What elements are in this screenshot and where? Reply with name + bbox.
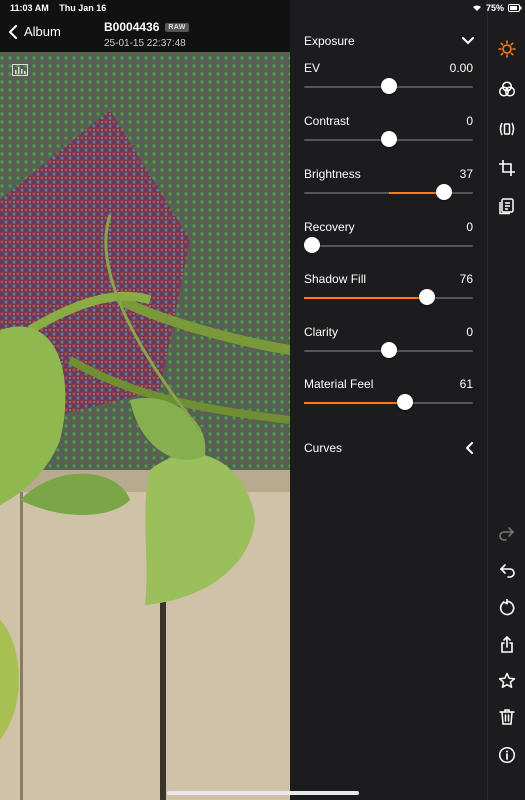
share-icon[interactable] xyxy=(497,635,517,655)
slider-ev[interactable]: EV 0.00 xyxy=(304,61,473,111)
slider-label: Recovery xyxy=(304,220,355,234)
slider-thumb[interactable] xyxy=(419,289,436,305)
exposure-icon[interactable] xyxy=(497,39,517,59)
slider-thumb[interactable] xyxy=(380,131,397,147)
chevron-down-icon xyxy=(462,37,474,45)
slider-thumb[interactable] xyxy=(380,342,397,358)
slider-clarity[interactable]: Clarity 0 xyxy=(304,325,473,375)
slider-thumb[interactable] xyxy=(304,237,321,253)
detail-icon[interactable] xyxy=(497,119,517,139)
slider-track[interactable] xyxy=(304,394,473,410)
delete-icon[interactable] xyxy=(497,707,517,727)
slider-track[interactable] xyxy=(304,131,473,147)
battery-percent: 75% xyxy=(485,3,504,13)
info-icon[interactable] xyxy=(497,745,517,765)
slider-thumb[interactable] xyxy=(380,78,397,94)
file-name: B0004436 xyxy=(104,20,160,34)
back-label: Album xyxy=(24,24,61,39)
curves-section-header[interactable]: Curves xyxy=(304,441,474,455)
adjustments-panel: Exposure EV 0.00 Contrast 0 Brightness 37 Reco… xyxy=(290,0,487,800)
slider-track[interactable] xyxy=(304,237,473,253)
redo-icon[interactable] xyxy=(497,524,517,544)
slider-label: Contrast xyxy=(304,114,350,128)
back-button[interactable]: Album xyxy=(8,24,61,39)
slider-track[interactable] xyxy=(304,78,473,94)
presets-icon[interactable] xyxy=(497,196,517,216)
reset-icon[interactable] xyxy=(497,598,517,618)
slider-fill xyxy=(304,402,406,404)
slider-value: 76 xyxy=(459,272,473,286)
photo-image xyxy=(0,0,290,800)
slider-value: 0.00 xyxy=(449,61,473,75)
slider-track[interactable] xyxy=(304,184,473,200)
histogram-icon[interactable] xyxy=(12,64,28,76)
chevron-left-icon xyxy=(9,24,17,39)
status-bar-left: 11:03 AM Thu Jan 16 xyxy=(10,3,114,13)
status-bar-right: 75% xyxy=(472,3,522,13)
tool-rail: 75% xyxy=(472,0,525,800)
photo-canvas[interactable]: 11:03 AM Thu Jan 16 Album B0004436 RAW 2… xyxy=(0,0,290,800)
slider-value: 0 xyxy=(466,220,473,234)
undo-icon[interactable] xyxy=(497,561,517,581)
slider-label: Material Feel xyxy=(304,377,374,391)
raw-badge: RAW xyxy=(165,22,189,32)
status-time: 11:03 AM xyxy=(10,3,49,13)
slider-value: 0 xyxy=(466,114,473,128)
slider-value: 0 xyxy=(466,325,473,339)
slider-label: Brightness xyxy=(304,167,361,181)
slider-label: Clarity xyxy=(304,325,339,339)
favorite-icon[interactable] xyxy=(497,671,517,691)
slider-label: Shadow Fill xyxy=(304,272,367,286)
home-indicator[interactable] xyxy=(167,791,359,795)
slider-thumb[interactable] xyxy=(436,184,453,200)
slider-shadow-fill[interactable]: Shadow Fill 76 xyxy=(304,272,473,322)
capture-datetime: 25-01-15 22:37:48 xyxy=(104,38,186,49)
slider-material-feel[interactable]: Material Feel 61 xyxy=(304,377,473,427)
slider-contrast[interactable]: Contrast 0 xyxy=(304,114,473,164)
color-icon[interactable] xyxy=(497,79,517,99)
wifi-icon xyxy=(472,5,481,11)
exposure-section-header[interactable]: Exposure xyxy=(304,34,474,48)
section-title: Exposure xyxy=(304,34,355,48)
slider-recovery[interactable]: Recovery 0 xyxy=(304,220,473,270)
status-date: Thu Jan 16 xyxy=(59,3,107,13)
slider-brightness[interactable]: Brightness 37 xyxy=(304,167,473,217)
battery-icon xyxy=(508,4,522,12)
crop-icon[interactable] xyxy=(497,158,517,178)
curves-label: Curves xyxy=(304,441,343,455)
chevron-left-icon xyxy=(466,442,473,454)
slider-label: EV xyxy=(304,61,321,75)
slider-track[interactable] xyxy=(304,342,473,358)
slider-fill xyxy=(304,297,428,299)
slider-track[interactable] xyxy=(304,289,473,305)
photo-header: 11:03 AM Thu Jan 16 Album B0004436 RAW 2… xyxy=(0,0,290,52)
image-info: B0004436 RAW 25-01-15 22:37:48 xyxy=(104,20,189,49)
slider-thumb[interactable] xyxy=(397,394,414,410)
slider-value: 61 xyxy=(459,377,473,391)
slider-value: 37 xyxy=(459,167,473,181)
